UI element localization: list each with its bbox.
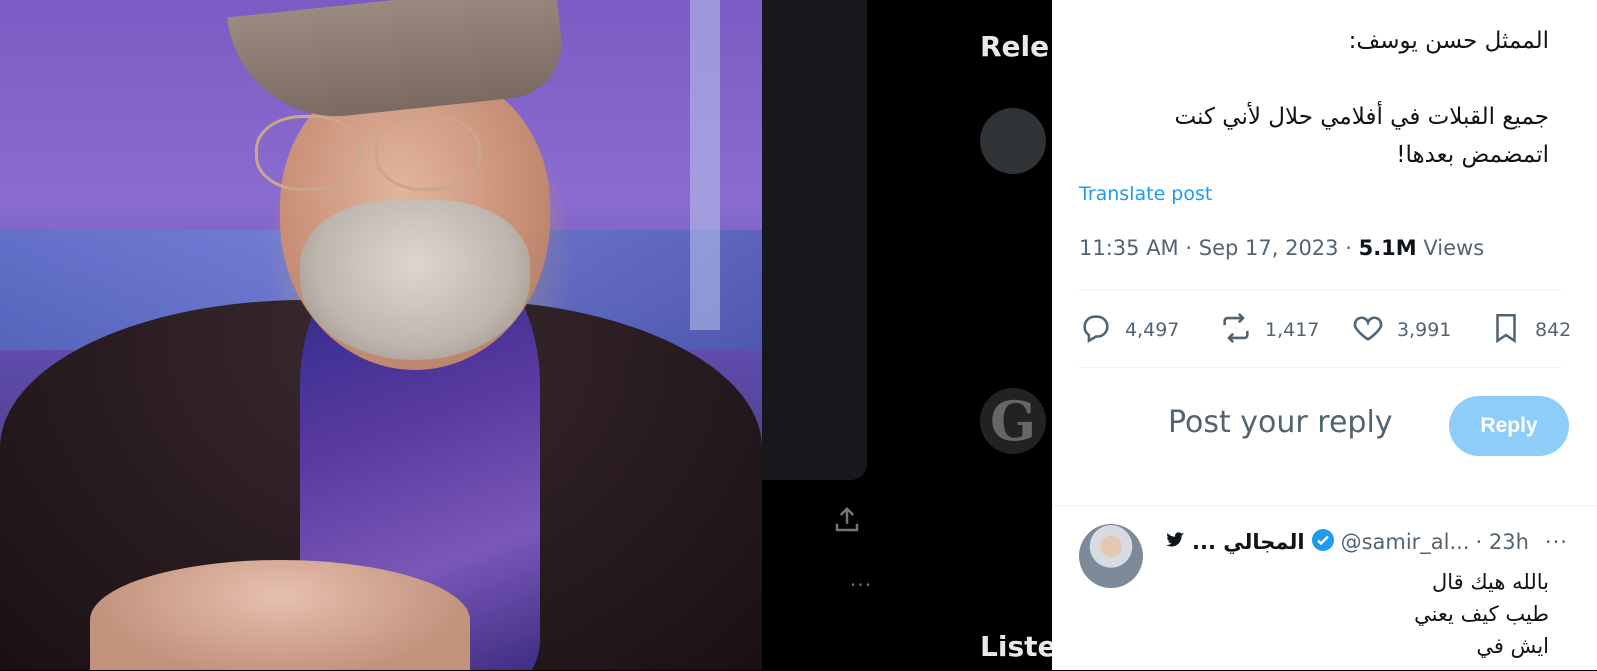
post-text-line: الممثل حسن يوسف: [1348, 28, 1549, 54]
reply-button[interactable]: Reply [1449, 396, 1569, 456]
reply-text-line: بالله هيك قال [1431, 570, 1549, 594]
flat-cap [227, 0, 567, 127]
reply-post[interactable]: المجالي ... @samir_al... · 23h ··· بالله… [1052, 505, 1597, 671]
post-text-line: اتمضمض بعدها! [1396, 142, 1549, 168]
reply-text-line: ايش في [1476, 634, 1549, 658]
bookmark-count: 842 [1535, 319, 1572, 341]
verified-badge-icon [1311, 528, 1335, 557]
beard [300, 200, 530, 360]
post-text-line: جميع القبلات في أفلامي حلال لأني كنت [1174, 104, 1550, 130]
reply-time[interactable]: · 23h [1476, 530, 1529, 554]
post-time[interactable]: 11:35 AM [1079, 236, 1179, 260]
listening-heading: Liste [980, 630, 1052, 663]
like-count: 3,991 [1397, 319, 1452, 341]
avatar[interactable] [1079, 524, 1143, 588]
glasses [255, 115, 495, 195]
more-icon[interactable]: ··· [850, 573, 872, 597]
reply-text: بالله هيك قال طيب كيف يعني ايش في [1169, 566, 1549, 662]
reply-icon [1079, 311, 1113, 350]
post-date[interactable]: Sep 17, 2023 [1199, 236, 1339, 260]
translate-post-link[interactable]: Translate post [1079, 183, 1212, 205]
reply-author-name[interactable]: المجالي ... [1192, 530, 1305, 554]
bookmark-icon [1489, 311, 1523, 350]
like-action-button[interactable]: 3,991 [1351, 305, 1451, 355]
timeline-background: Rele G ··· Liste [762, 0, 1052, 670]
bookmark-action-button[interactable]: 842 [1489, 305, 1571, 355]
bird-icon [1164, 529, 1186, 556]
background-avatar-g: G [980, 388, 1046, 454]
divider [1079, 290, 1561, 291]
views-count: 5.1M [1358, 236, 1417, 260]
reply-author-handle[interactable]: @samir_al... [1341, 530, 1470, 554]
background-card [762, 0, 867, 480]
post-text: الممثل حسن يوسف: جميع القبلات في أفلامي … [1079, 22, 1550, 174]
reply-count: 4,497 [1125, 319, 1180, 341]
divider [1079, 367, 1561, 368]
post-actions-bar: 4,497 1,417 3,991 842 [1079, 305, 1589, 355]
reply-action-button[interactable]: 4,497 [1079, 305, 1179, 355]
background-avatar [980, 108, 1046, 174]
heart-icon [1351, 311, 1385, 350]
more-options-icon[interactable]: ··· [1545, 530, 1568, 554]
post-meta: 11:35 AM · Sep 17, 2023 · 5.1M Views [1079, 236, 1485, 260]
share-icon[interactable] [832, 505, 862, 535]
views-label: Views [1423, 236, 1485, 260]
reply-composer-input[interactable]: Post your reply [1168, 405, 1393, 440]
reply-header: المجالي ... @samir_al... · 23h ··· [1164, 526, 1584, 558]
repost-icon [1219, 311, 1253, 350]
reply-text-line: طيب كيف يعني [1414, 602, 1549, 626]
background-stripe [690, 0, 720, 330]
repost-action-button[interactable]: 1,417 [1219, 305, 1319, 355]
relevant-people-heading: Rele [980, 30, 1050, 63]
repost-count: 1,417 [1265, 319, 1320, 341]
tweet-media-image[interactable] [0, 0, 762, 670]
post-detail-panel: الممثل حسن يوسف: جميع القبلات في أفلامي … [1052, 0, 1597, 670]
hands [90, 560, 470, 670]
